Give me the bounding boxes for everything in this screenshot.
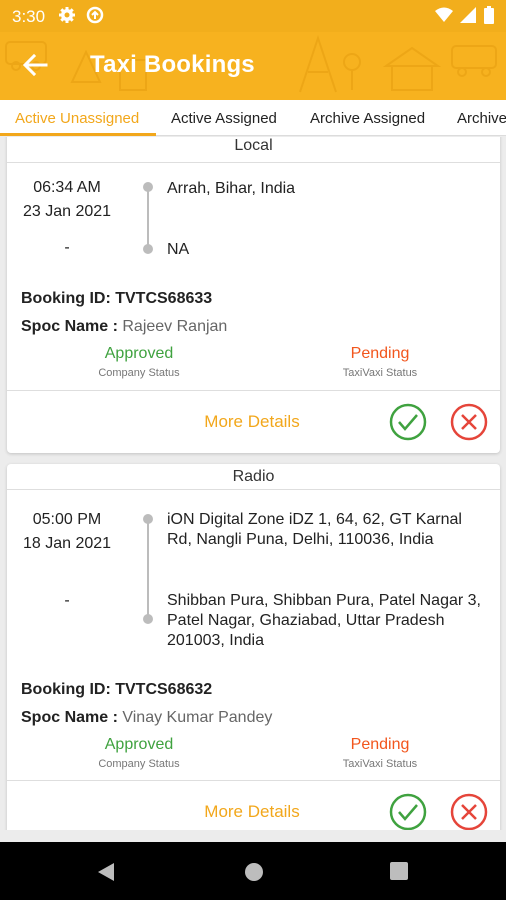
booking-time: 05:00 PM [32,511,102,528]
booking-type: Local [234,137,273,154]
drop-address: Shibban Pura, Shibban Pura, Patel Nagar … [167,592,481,649]
page-title: Taxi Bookings [90,51,255,78]
tab-active-assigned[interactable]: Active Assigned [171,110,277,127]
booking-id: TVTCS68633 [115,290,213,307]
drop-dot [143,244,153,254]
taxivaxi-status-label: TaxiVaxi Status [342,758,418,770]
route-line [147,187,149,245]
signal-icon [459,7,476,23]
taxivaxi-status: Pending [350,345,410,362]
booking-id-row: Booking ID: TVTCS68632 [21,681,212,699]
tab-archive[interactable]: Archive [457,110,506,127]
reject-close-icon[interactable] [450,793,488,830]
drop-dot [143,614,153,624]
sync-icon [87,6,104,24]
spoc-label: Spoc Name : [21,709,123,726]
drop-time: - [64,239,70,256]
more-details-link[interactable]: More Details [167,412,337,432]
booking-id-label: Booking ID: [21,290,116,307]
booking-id: TVTCS68632 [115,681,213,698]
company-status: Approved [104,345,174,362]
company-status: Approved [104,736,174,753]
drop-time: - [64,592,70,609]
more-details-link[interactable]: More Details [167,802,337,822]
nav-back-icon[interactable] [96,862,116,882]
route-line [147,519,149,615]
system-nav-bar [0,842,506,900]
status-bar: 3:30 [0,0,506,32]
tab-indicator [0,133,156,136]
pickup-address: iON Digital Zone iDZ 1, 64, 62, GT Karna… [167,511,462,548]
company-status-label: Company Status [98,758,180,770]
accept-check-icon[interactable] [389,793,427,830]
taxivaxi-status-label: TaxiVaxi Status [342,367,418,379]
accept-check-icon[interactable] [389,403,427,441]
spoc-row: Spoc Name : Vinay Kumar Pandey [21,709,272,727]
booking-date: 18 Jan 2021 [22,535,112,552]
gear-icon [59,7,75,23]
app-bar: Taxi Bookings [0,32,506,100]
spoc-name: Rajeev Ranjan [122,318,228,335]
booking-list: Local 06:34 AM 23 Jan 2021 - Arrah, Biha… [0,137,506,830]
pickup-address: Arrah, Bihar, India [167,180,296,197]
spoc-name: Vinay Kumar Pandey [122,709,273,726]
nav-home-icon[interactable] [244,862,264,882]
battery-icon [484,6,494,24]
taxivaxi-status: Pending [350,736,410,753]
tab-active-unassigned[interactable]: Active Unassigned [15,110,139,127]
tab-bar: Active Unassigned Active Assigned Archiv… [0,100,506,136]
status-time: 3:30 [12,7,46,26]
back-arrow-icon[interactable] [22,52,48,78]
booking-date: 23 Jan 2021 [22,203,112,220]
booking-time: 06:34 AM [33,179,101,196]
booking-card: Local 06:34 AM 23 Jan 2021 - Arrah, Biha… [7,137,500,453]
booking-type: Radio [232,468,275,485]
reject-close-icon[interactable] [450,403,488,441]
booking-id-row: Booking ID: TVTCS68633 [21,290,212,308]
booking-id-label: Booking ID: [21,681,116,698]
booking-card: Radio 05:00 PM 18 Jan 2021 - iON Digital… [7,464,500,830]
nav-recents-icon[interactable] [390,862,408,880]
tab-archive-assigned[interactable]: Archive Assigned [310,110,425,127]
spoc-row: Spoc Name : Rajeev Ranjan [21,318,227,336]
drop-address: NA [167,241,190,258]
wifi-icon [435,7,454,22]
spoc-label: Spoc Name : [21,318,123,335]
company-status-label: Company Status [98,367,180,379]
